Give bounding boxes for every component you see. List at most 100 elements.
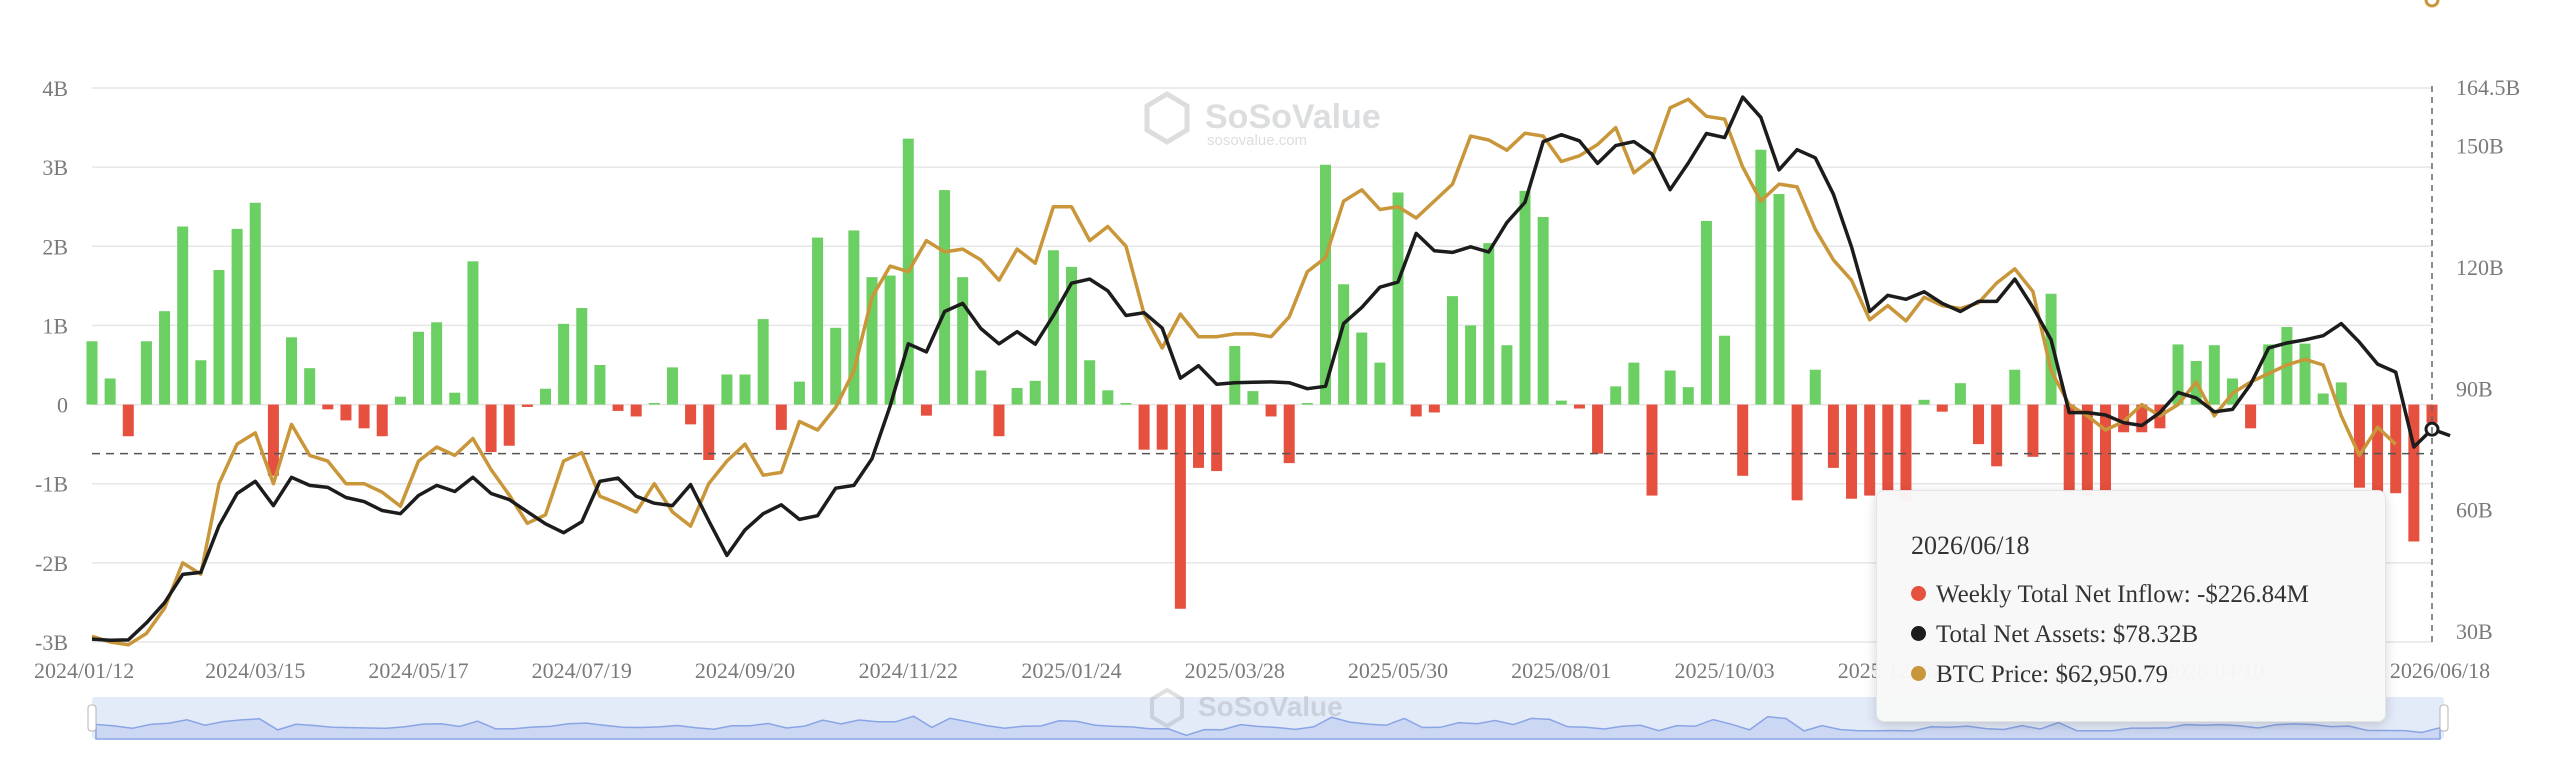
inflow-bar: [1791, 404, 1803, 501]
inflow-bar: [286, 337, 298, 405]
y-left-tick-label: 0: [57, 393, 68, 418]
inflow-bar: [612, 404, 624, 411]
inflow-bar: [1029, 380, 1041, 405]
y-left-tick-label: 1B: [42, 313, 68, 338]
x-tick-label: 2024/11/22: [859, 658, 958, 683]
inflow-bar: [957, 277, 969, 405]
inflow-bar: [1773, 194, 1785, 405]
tooltip-row-assets: Total Net Assets: $78.32B: [1911, 615, 2385, 655]
inflow-bar: [431, 322, 443, 405]
tooltip-row-btc: BTC Price: $62,950.79: [1911, 655, 2385, 695]
tooltip-value: $62,950.79: [2055, 661, 2168, 688]
inflow-bar: [1719, 335, 1731, 405]
x-tick-label: 2024/07/19: [532, 658, 632, 683]
inflow-bar: [812, 237, 824, 405]
inflow-bar: [177, 226, 189, 405]
inflow-bar: [920, 404, 932, 416]
y-left-tick-label: 4B: [42, 76, 68, 101]
watermark-brand: SoSoValue: [1205, 98, 1381, 136]
x-tick-label: 2024/09/20: [695, 658, 795, 683]
tooltip-value: $78.32B: [2112, 621, 2199, 648]
inflow-bar: [1193, 404, 1205, 468]
inflow-bar: [1465, 325, 1477, 405]
inflow-bar: [666, 367, 678, 405]
inflow-bar: [1682, 387, 1694, 405]
btc-price-marker: [2424, 0, 2440, 8]
inflow-bar: [576, 308, 588, 405]
inflow-bar: [703, 404, 715, 460]
inflow-bar: [2317, 393, 2329, 405]
inflow-bar: [793, 381, 805, 405]
tooltip-label: Total Net Assets: [1936, 621, 2100, 648]
inflow-bar: [1211, 404, 1223, 472]
inflow-bar: [1047, 250, 1059, 405]
inflow-bar: [1156, 404, 1168, 450]
inflow-bar: [1755, 149, 1767, 405]
x-tick-label: 2024/05/17: [368, 658, 468, 683]
inflow-bar: [1229, 346, 1241, 405]
x-tick-label: 2026/06/18: [2390, 658, 2490, 683]
inflow-bar: [1610, 386, 1622, 405]
assets-legend-dot: [1911, 626, 1926, 641]
inflow-bar: [1592, 404, 1604, 454]
inflow-bar: [721, 374, 733, 405]
inflow-bar: [358, 404, 370, 429]
inflow-bar: [594, 365, 606, 405]
inflow-bar: [1174, 404, 1186, 609]
inflow-bar: [1882, 404, 1894, 492]
inflow-bar: [521, 404, 533, 407]
inflow-bar: [195, 360, 207, 405]
inflow-bar: [413, 331, 425, 405]
y-right-tick-label: 120B: [2456, 255, 2504, 280]
data-tooltip: 2026/06/18 Weekly Total Net Inflow: -$22…: [1876, 490, 2386, 722]
inflow-bar: [630, 404, 642, 417]
inflow-bar: [2372, 404, 2384, 492]
inflow-bar: [231, 228, 243, 405]
inflow-bar: [449, 392, 461, 405]
inflow-bar: [1138, 404, 1150, 450]
inflow-bar: [884, 275, 896, 405]
navigator-handle-left[interactable]: [87, 704, 97, 732]
inflow-bar: [159, 311, 171, 405]
tooltip-date: 2026/06/18: [1911, 531, 2030, 560]
inflow-bar: [1573, 404, 1585, 409]
y-left-tick-label: -2B: [35, 551, 68, 576]
inflow-bar: [648, 402, 660, 405]
inflow-bar: [2009, 369, 2021, 405]
inflow-bar: [1555, 400, 1567, 405]
y-left-tick-label: 2B: [42, 234, 68, 259]
inflow-bar: [739, 374, 751, 405]
inflow-bar: [757, 319, 769, 405]
inflow-bar: [2027, 404, 2039, 457]
inflow-bar: [1700, 220, 1712, 405]
inflow-bar: [685, 404, 697, 425]
watermark-logo: SoSoValue sosovalue.com: [1144, 91, 1381, 149]
inflow-bar: [2299, 343, 2311, 405]
tooltip-label: BTC Price: [1936, 661, 2043, 688]
inflow-bar: [939, 190, 951, 405]
x-tick-label: 2025/03/28: [1185, 658, 1285, 683]
inflow-bar: [1410, 404, 1422, 417]
inflow-bar: [1374, 362, 1386, 405]
navigator-handle-right[interactable]: [2439, 704, 2449, 732]
y-right-tick-label: 150B: [2456, 134, 2504, 159]
inflow-bar: [1900, 404, 1912, 502]
inflow-bar: [2245, 404, 2257, 429]
inflow-bar: [2063, 404, 2075, 494]
inflow-bar: [1827, 404, 1839, 468]
inflow-bar: [539, 388, 551, 405]
inflow-bar: [467, 261, 479, 405]
inflow-bar: [1120, 402, 1132, 405]
inflow-bar: [1483, 243, 1495, 405]
inflow-bar: [558, 323, 570, 405]
inflow-bar: [376, 404, 388, 437]
inflow-bar: [213, 270, 225, 405]
x-tick-label: 2024/01/12: [34, 658, 134, 683]
inflow-bar: [1301, 402, 1313, 405]
inflow-bar: [1918, 399, 1930, 405]
y-left-tick-label: -1B: [35, 472, 68, 497]
inflow-bar: [122, 404, 134, 437]
inflow-legend-dot: [1911, 586, 1926, 601]
inflow-bar: [2208, 345, 2220, 405]
inflow-bar: [1247, 391, 1259, 405]
